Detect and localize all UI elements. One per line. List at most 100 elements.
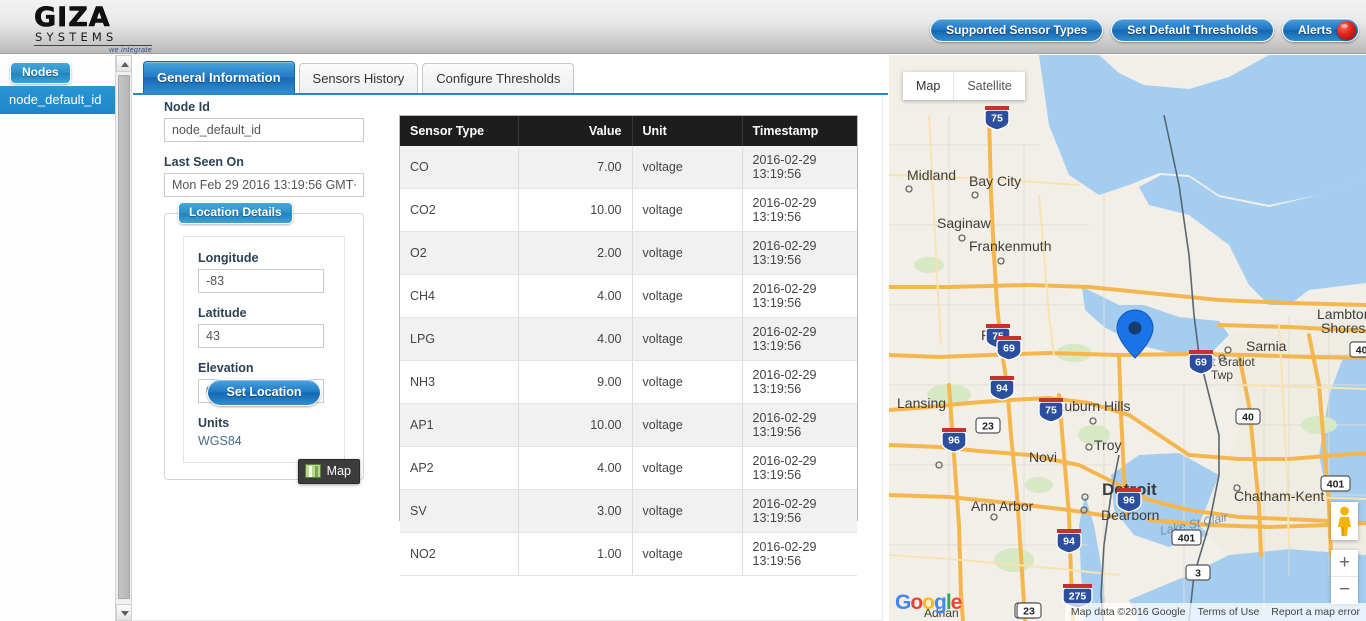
highway-shield-icon: 96: [1117, 488, 1141, 512]
svg-text:3: 3: [1195, 568, 1201, 580]
sensor-type-cell: LPG: [400, 318, 518, 361]
header-actions: Supported Sensor Types Set Default Thres…: [930, 18, 1359, 42]
logo-tagline: we integrate: [34, 46, 152, 55]
google-map[interactable]: MidlandBay CitySaginawFrankenmuthFlintLa…: [889, 55, 1366, 621]
nodes-sidebar: Nodes node_default_id: [0, 55, 132, 621]
node-id-input[interactable]: [164, 118, 364, 142]
sidebar-scrollbar[interactable]: [115, 55, 131, 621]
map-icon: [305, 464, 321, 478]
timestamp-cell: 2016-02-29 13:19:56: [742, 189, 857, 232]
map-attribution: Map data ©2016 Google Terms of Use Repor…: [1065, 603, 1366, 621]
map-type-satellite[interactable]: Satellite: [954, 72, 1024, 100]
zoom-controls[interactable]: + −: [1331, 550, 1358, 604]
map-label: Saginaw: [937, 215, 992, 231]
units-value: WGS84: [198, 434, 330, 448]
tab-general-information[interactable]: General Information: [143, 61, 295, 93]
last-seen-input[interactable]: [164, 173, 364, 197]
highway-shield-icon: 401: [1172, 530, 1201, 545]
map-button-label: Map: [327, 464, 351, 478]
svg-text:23: 23: [1023, 606, 1035, 618]
table-row: NH39.00voltage2016-02-29 13:19:56: [400, 361, 857, 404]
sensor-type-cell: CO2: [400, 189, 518, 232]
column-unit: Unit: [632, 116, 742, 146]
node-list: node_default_id: [0, 86, 116, 114]
report-map-error-link[interactable]: Report a map error: [1271, 606, 1360, 618]
timestamp-cell: 2016-02-29 13:19:56: [742, 232, 857, 275]
alerts-label: Alerts: [1298, 23, 1332, 37]
column-sensor-type: Sensor Type: [400, 116, 518, 146]
tab-bar: General Information Sensors History Conf…: [143, 61, 578, 93]
highway-shield-icon: 23: [976, 418, 1000, 433]
terms-of-use-link[interactable]: Terms of Use: [1197, 606, 1259, 618]
sensor-readings-table: Sensor Type Value Unit Timestamp CO7.00v…: [399, 115, 858, 521]
svg-text:96: 96: [948, 435, 960, 447]
zoom-in-button[interactable]: +: [1331, 550, 1358, 577]
latitude-label: Latitude: [198, 306, 330, 320]
node-details-form: Node Id Last Seen On: [164, 100, 374, 197]
sensor-type-cell: AP2: [400, 447, 518, 490]
elevation-label: Elevation: [198, 361, 330, 375]
zoom-out-button[interactable]: −: [1331, 577, 1358, 604]
highway-shield-icon: 96: [942, 428, 966, 452]
value-cell: 10.00: [518, 404, 632, 447]
table-row: NO21.00voltage2016-02-29 13:19:56: [400, 533, 857, 576]
tab-configure-thresholds[interactable]: Configure Thresholds: [422, 63, 574, 93]
highway-shield-icon: 40: [1236, 409, 1260, 424]
giza-systems-logo: GIZA SYSTEMS we integrate: [34, 5, 154, 51]
svg-text:401: 401: [1178, 533, 1196, 545]
highway-shield-icon: 75: [985, 106, 1009, 130]
longitude-label: Longitude: [198, 251, 330, 265]
scroll-down-icon[interactable]: [116, 604, 132, 621]
unit-cell: voltage: [632, 533, 742, 576]
highway-shield-icon: 69: [1189, 350, 1213, 374]
highway-shield-icon: 94: [1057, 529, 1081, 553]
node-id-label: Node Id: [164, 100, 374, 114]
location-fields: Longitude Latitude Elevation Units WGS84…: [183, 236, 345, 463]
longitude-input[interactable]: [198, 269, 324, 293]
map-type-control[interactable]: Map Satellite: [903, 72, 1025, 100]
map-label: Troy: [1094, 437, 1121, 453]
alert-indicator-icon: [1337, 21, 1356, 40]
svg-text:69: 69: [1195, 357, 1207, 369]
table-row: AP24.00voltage2016-02-29 13:19:56: [400, 447, 857, 490]
timestamp-cell: 2016-02-29 13:19:56: [742, 490, 857, 533]
value-cell: 3.00: [518, 490, 632, 533]
map-label: Sarnia: [1246, 338, 1287, 354]
street-view-pegman-icon[interactable]: [1331, 502, 1358, 540]
supported-sensor-types-button[interactable]: Supported Sensor Types: [930, 18, 1103, 42]
map-label: Shores: [1321, 320, 1365, 336]
main-content: General Information Sensors History Conf…: [133, 55, 888, 621]
sensor-type-cell: NH3: [400, 361, 518, 404]
timestamp-cell: 2016-02-29 13:19:56: [742, 146, 857, 189]
scroll-up-icon[interactable]: [116, 55, 132, 72]
value-cell: 9.00: [518, 361, 632, 404]
latitude-input[interactable]: [198, 324, 324, 348]
value-cell: 10.00: [518, 189, 632, 232]
map-label: Midland: [907, 167, 956, 183]
map-type-map[interactable]: Map: [903, 72, 954, 100]
svg-text:402: 402: [1356, 345, 1366, 357]
highway-shield-icon: 402: [1350, 342, 1366, 357]
table-row: CO210.00voltage2016-02-29 13:19:56: [400, 189, 857, 232]
unit-cell: voltage: [632, 189, 742, 232]
scrollbar-thumb[interactable]: [118, 75, 130, 599]
set-default-thresholds-button[interactable]: Set Default Thresholds: [1111, 18, 1274, 42]
svg-text:75: 75: [1045, 405, 1057, 417]
map-toggle-button[interactable]: Map: [298, 459, 360, 484]
set-location-row: Set Location: [164, 379, 364, 406]
app-header: GIZA SYSTEMS we integrate Supported Sens…: [0, 0, 1366, 54]
alerts-button[interactable]: Alerts: [1282, 18, 1359, 42]
highway-shield-icon: 75: [1039, 398, 1063, 422]
svg-text:75: 75: [991, 113, 1003, 125]
sensor-type-cell: O2: [400, 232, 518, 275]
set-location-button[interactable]: Set Location: [207, 379, 320, 406]
table-row: O22.00voltage2016-02-29 13:19:56: [400, 232, 857, 275]
map-label: Bay City: [969, 173, 1021, 189]
tab-sensors-history[interactable]: Sensors History: [299, 63, 419, 93]
sidebar-item-node-default-id[interactable]: node_default_id: [0, 86, 116, 114]
google-logo: Google: [895, 591, 961, 615]
column-value: Value: [518, 116, 632, 146]
map-label: Chatham-Kent: [1234, 488, 1324, 504]
svg-text:94: 94: [996, 383, 1008, 395]
sensor-type-cell: AP1: [400, 404, 518, 447]
